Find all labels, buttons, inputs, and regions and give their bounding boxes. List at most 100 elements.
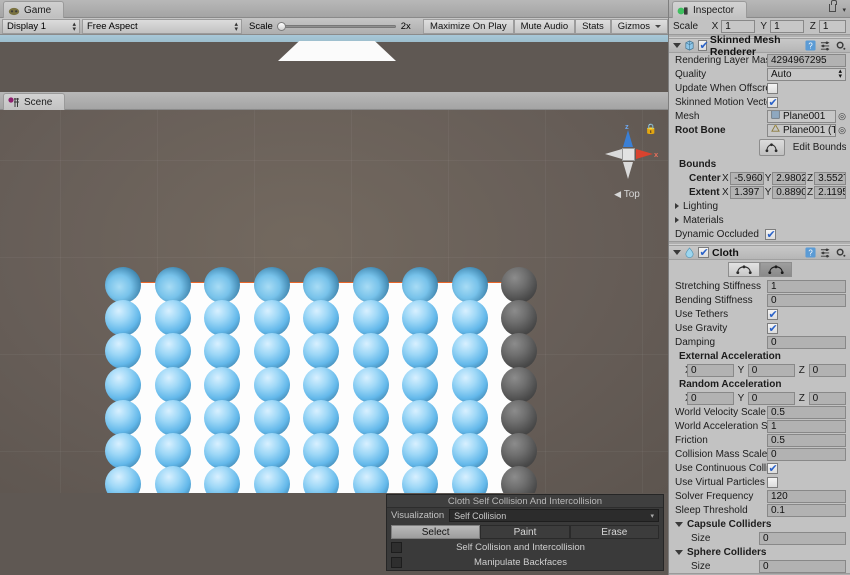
tab-inspector[interactable]: Inspector [672, 1, 747, 18]
cloth-particle-sphere[interactable] [402, 267, 438, 303]
cloth-particle-sphere[interactable] [254, 300, 290, 336]
solver-frequency-field[interactable]: 120 [767, 490, 846, 503]
cloth-particle-sphere[interactable] [402, 400, 438, 436]
ext-accel-y-field[interactable]: 0 [748, 364, 795, 377]
bounds-extent-y-field[interactable]: 0.8890 [772, 186, 806, 199]
tool-erase-button[interactable]: Erase [570, 525, 659, 539]
cloth-particle-sphere[interactable] [452, 400, 488, 436]
tab-scene[interactable]: Scene [3, 93, 65, 110]
gizmo-axis-negz-cone[interactable] [623, 162, 633, 179]
use-virtual-particles-checkbox[interactable] [767, 477, 778, 488]
scale-z-field[interactable]: 1 [819, 20, 846, 33]
lighting-foldout-row[interactable]: Lighting [669, 199, 850, 213]
cloth-particle-sphere[interactable] [254, 333, 290, 369]
cloth-particle-sphere[interactable] [254, 267, 290, 303]
capsule-size-field[interactable]: 0 [759, 532, 846, 545]
scene-render-canvas[interactable]: z x 🔒 ◀ Top [0, 110, 668, 493]
cloth-particle-sphere[interactable] [254, 466, 290, 493]
cloth-particle-sphere[interactable] [204, 433, 240, 469]
cloth-particle-sphere[interactable] [155, 300, 191, 336]
cloth-particle-sphere[interactable] [155, 333, 191, 369]
cloth-particle-sphere[interactable] [155, 466, 191, 493]
ext-accel-z-field[interactable]: 0 [809, 364, 846, 377]
tool-select-button[interactable]: Select [391, 525, 480, 539]
gizmo-axis-negx-cone[interactable] [605, 149, 622, 159]
rand-accel-x-field[interactable]: 0 [687, 392, 734, 405]
scale-x-field[interactable]: 1 [721, 20, 755, 33]
cloth-particle-sphere[interactable] [105, 400, 141, 436]
cloth-particle-sphere[interactable] [105, 367, 141, 403]
cloth-particle-sphere[interactable] [254, 433, 290, 469]
cloth-particle-sphere[interactable] [105, 300, 141, 336]
quality-dropdown[interactable]: Auto▴▾ [767, 68, 846, 81]
rand-accel-z-field[interactable]: 0 [809, 392, 846, 405]
edit-bounds-label[interactable]: Edit Bounds [793, 142, 846, 153]
chevron-down-icon[interactable] [673, 250, 681, 255]
cloth-self-collision-panel[interactable]: Cloth Self Collision And Intercollision … [386, 494, 664, 571]
visualization-dropdown[interactable]: Self Collision [449, 509, 659, 522]
cloth-particle-sphere[interactable] [501, 300, 537, 336]
chevron-down-icon[interactable] [675, 522, 683, 527]
cloth-particle-sphere[interactable] [155, 400, 191, 436]
cloth-particle-sphere[interactable] [254, 400, 290, 436]
sphere-size-field[interactable]: 0 [759, 560, 846, 573]
stats-button[interactable]: Stats [575, 19, 611, 34]
chevron-right-icon[interactable] [675, 217, 679, 223]
sleep-threshold-field[interactable]: 0.1 [767, 504, 846, 517]
materials-foldout-row[interactable]: Materials [669, 213, 850, 227]
bounds-center-z-field[interactable]: 3.5527 [814, 172, 846, 185]
cloth-particle-sphere[interactable] [303, 300, 339, 336]
rand-accel-y-field[interactable]: 0 [748, 392, 795, 405]
cloth-particle-sphere[interactable] [204, 367, 240, 403]
cloth-particle-sphere[interactable] [353, 466, 389, 493]
cloth-particle-sphere[interactable] [105, 433, 141, 469]
chevron-right-icon[interactable] [675, 203, 679, 209]
aspect-dropdown[interactable]: Free Aspect ▴▾ [82, 19, 242, 34]
cloth-brush-segmented-control[interactable] [669, 262, 850, 277]
cloth-particle-sphere[interactable] [402, 367, 438, 403]
mesh-object-field[interactable]: Plane001 [767, 110, 836, 123]
cloth-particle-sphere[interactable] [204, 300, 240, 336]
help-icon[interactable]: ? [805, 40, 816, 51]
cloth-tool-segmented-control[interactable]: Select Paint Erase [391, 525, 659, 539]
cloth-particle-sphere[interactable] [501, 400, 537, 436]
scale-y-field[interactable]: 1 [770, 20, 804, 33]
cloth-particle-sphere[interactable] [402, 466, 438, 493]
bounds-extent-z-field[interactable]: 2.1195 [814, 186, 846, 199]
cloth-particle-sphere[interactable] [402, 433, 438, 469]
tool-paint-button[interactable]: Paint [480, 525, 569, 539]
damping-field[interactable]: 0 [767, 336, 846, 349]
cloth-particle-sphere[interactable] [501, 466, 537, 493]
cloth-particle-sphere[interactable] [204, 267, 240, 303]
cloth-particle-sphere[interactable] [452, 466, 488, 493]
scene-view-gizmo[interactable]: z x 🔒 ◀ Top [596, 122, 658, 200]
world-velocity-scale-field[interactable]: 0.5 [767, 406, 846, 419]
preset-icon[interactable] [820, 247, 831, 258]
cloth-particle-sphere[interactable] [155, 433, 191, 469]
chevron-down-icon[interactable] [673, 43, 681, 48]
chevron-down-icon[interactable] [675, 550, 683, 555]
gizmo-axis-z-cone[interactable] [623, 130, 633, 147]
cloth-particle-sphere[interactable] [452, 267, 488, 303]
cloth-particle-sphere[interactable] [501, 367, 537, 403]
root-bone-object-field[interactable]: Plane001 (Tran [767, 124, 836, 137]
skinned-motion-vectors-checkbox[interactable] [767, 97, 778, 108]
tab-game[interactable]: Game [3, 1, 64, 18]
cloth-particle-sphere[interactable] [501, 433, 537, 469]
skinned-mesh-renderer-enabled-checkbox[interactable] [698, 40, 707, 51]
cloth-particle-sphere[interactable] [452, 367, 488, 403]
cloth-particle-sphere[interactable] [353, 433, 389, 469]
cloth-particle-sphere[interactable] [501, 267, 537, 303]
bounds-center-y-field[interactable]: 2.9802 [772, 172, 806, 185]
root-bone-object-picker-icon[interactable]: ◎ [838, 125, 846, 136]
help-icon[interactable]: ? [805, 247, 816, 258]
cloth-particle-sphere[interactable] [155, 267, 191, 303]
padlock-icon[interactable] [829, 4, 836, 12]
cloth-particle-sphere[interactable] [353, 367, 389, 403]
cloth-header[interactable]: Cloth ? [669, 245, 850, 260]
cloth-particle-sphere[interactable] [402, 300, 438, 336]
cloth-particle-sphere[interactable] [452, 300, 488, 336]
cloth-particle-sphere[interactable] [353, 300, 389, 336]
cloth-enabled-checkbox[interactable] [698, 247, 709, 258]
cloth-particle-sphere[interactable] [353, 400, 389, 436]
